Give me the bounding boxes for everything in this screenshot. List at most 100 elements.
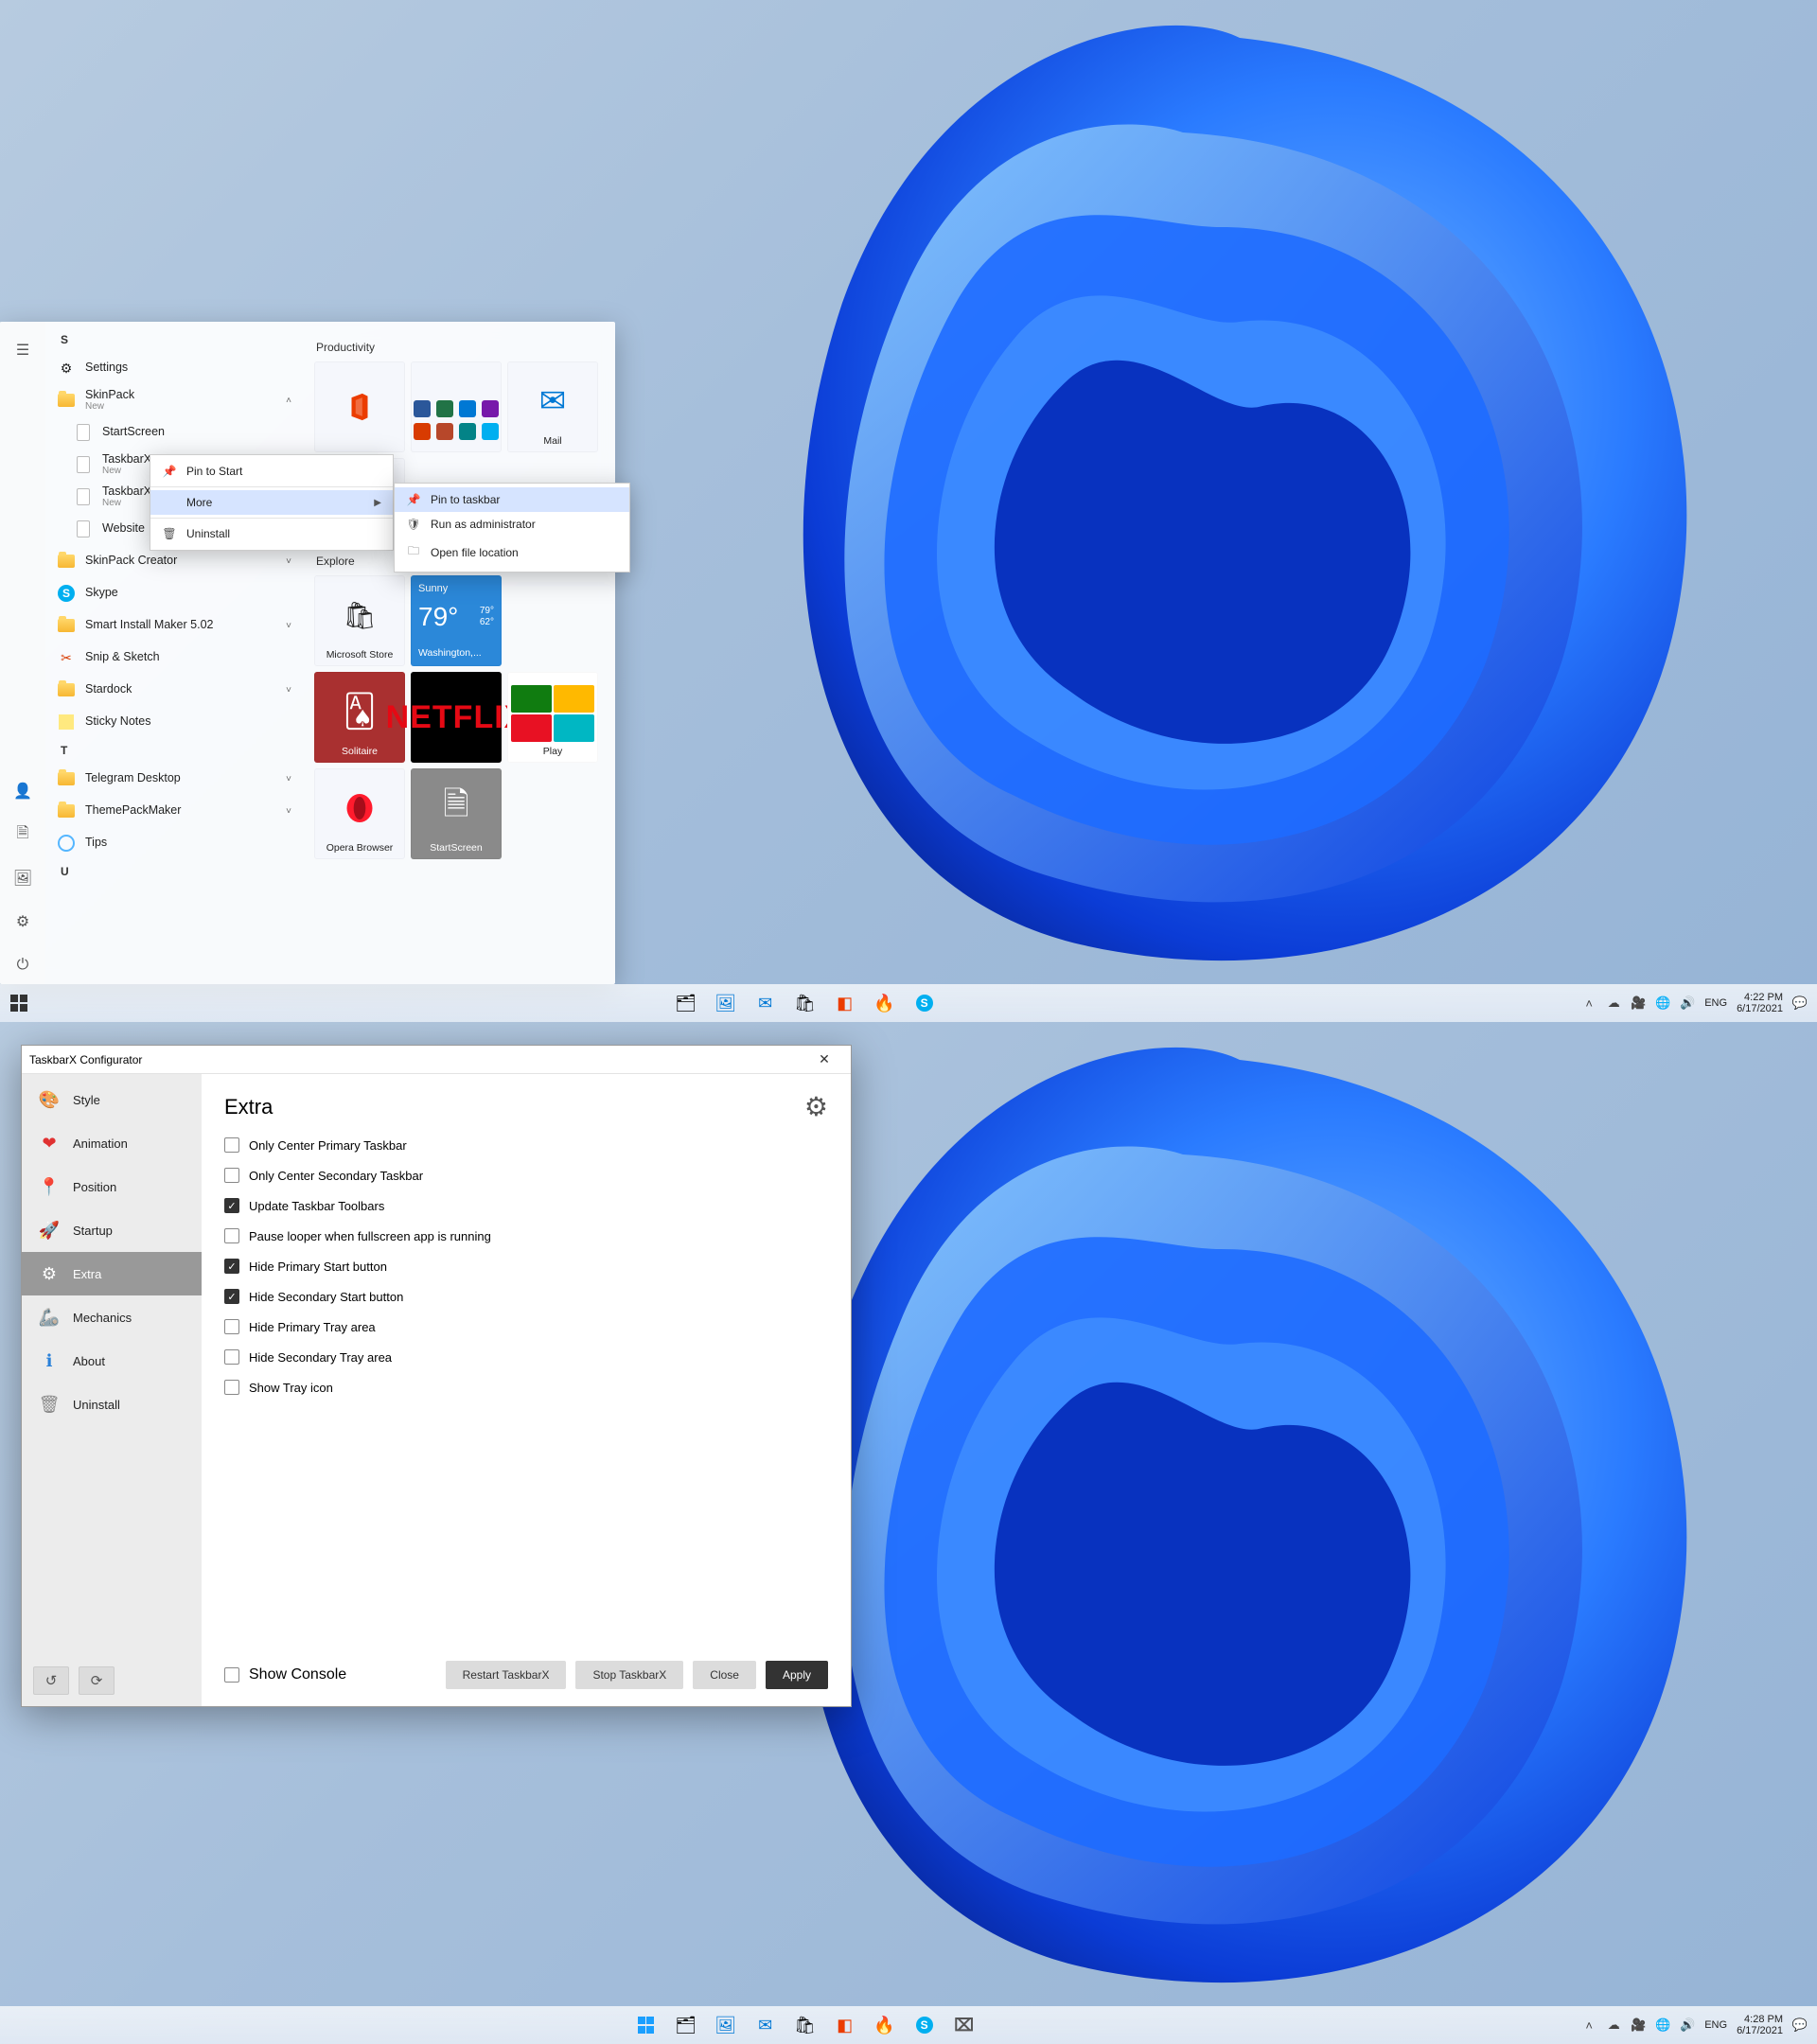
start-button[interactable]: [0, 984, 38, 1022]
stop-button[interactable]: Stop TaskbarX: [575, 1661, 683, 1689]
tray-onedrive-icon[interactable]: ☁: [1606, 996, 1621, 1011]
tb-office[interactable]: ◧: [834, 2014, 856, 2036]
tray-meet-now-icon[interactable]: 🎥: [1631, 996, 1646, 1011]
ctx-more[interactable]: More ▶: [150, 490, 393, 515]
app-letter-header[interactable]: T: [45, 738, 303, 763]
start-button[interactable]: [635, 2014, 658, 2036]
tb-explorer[interactable]: 🗂: [675, 2014, 697, 2036]
sidebar-item-mechanics[interactable]: 🦾Mechanics: [22, 1295, 202, 1339]
tile-play[interactable]: Play: [507, 672, 598, 763]
tb-photos[interactable]: 🖼: [714, 2014, 737, 2036]
checkbox-icon: [224, 1168, 239, 1183]
tile-opera[interactable]: Opera Browser: [314, 768, 405, 859]
sidebar-label: About: [73, 1354, 105, 1368]
tray-language[interactable]: ENG: [1704, 2019, 1727, 2031]
settings-icon[interactable]: ⚙: [4, 903, 42, 941]
ctx-open-location[interactable]: 🗀 Open file location: [395, 537, 629, 568]
tray-volume-icon[interactable]: 🔊: [1680, 996, 1695, 1011]
checkbox-row[interactable]: Hide Primary Tray area: [224, 1319, 828, 1334]
tray-volume-icon[interactable]: 🔊: [1680, 2018, 1695, 2033]
taskbar-clock[interactable]: 4:22 PM6/17/2021: [1737, 992, 1783, 1014]
restart-button[interactable]: Restart TaskbarX: [446, 1661, 567, 1689]
app-row[interactable]: Telegram Desktop˅: [45, 763, 303, 795]
tb-photos[interactable]: 🖼: [714, 992, 737, 1014]
tile-office[interactable]: [314, 361, 405, 452]
app-row[interactable]: ThemePackMaker˅: [45, 795, 303, 827]
tray-action-center-icon[interactable]: 💬: [1792, 996, 1808, 1011]
titlebar[interactable]: TaskbarX Configurator ✕: [22, 1046, 851, 1074]
checkbox-row[interactable]: ✓Hide Primary Start button: [224, 1259, 828, 1274]
tb-firefox[interactable]: 🔥: [873, 2014, 896, 2036]
close-button[interactable]: ✕: [805, 1047, 843, 1073]
sidebar-item-about[interactable]: ℹAbout: [22, 1339, 202, 1383]
tile-netflix[interactable]: NETFLIX: [411, 672, 502, 763]
app-row[interactable]: Smart Install Maker 5.02˅: [45, 609, 303, 642]
taskbar-clock[interactable]: 4:28 PM6/17/2021: [1737, 2014, 1783, 2036]
ctx-pin-to-start[interactable]: 📌 Pin to Start: [150, 459, 393, 484]
app-label: Settings: [85, 361, 128, 375]
start-menu-app-list[interactable]: S⚙SettingsSkinPackNew˄StartScreenTaskbar…: [45, 322, 303, 984]
tile-mail[interactable]: ✉ Mail: [507, 361, 598, 452]
checkbox-row[interactable]: Hide Secondary Tray area: [224, 1349, 828, 1365]
app-row[interactable]: SkinPackNew˄: [45, 384, 303, 416]
tile-weather[interactable]: Sunny 79° 79°62° Washington,...: [411, 575, 502, 666]
sidebar-item-extra[interactable]: ⚙Extra: [22, 1252, 202, 1295]
checkbox-row[interactable]: Only Center Primary Taskbar: [224, 1137, 828, 1153]
ctx-pin-to-taskbar[interactable]: 📌 Pin to taskbar: [395, 487, 629, 512]
hamburger-icon[interactable]: ☰: [4, 331, 42, 369]
tb-explorer[interactable]: 🗂: [675, 992, 697, 1014]
apply-button[interactable]: Apply: [766, 1661, 828, 1689]
tray-action-center-icon[interactable]: 💬: [1792, 2018, 1808, 2033]
ctx-uninstall[interactable]: 🗑 Uninstall: [150, 521, 393, 546]
refresh-button[interactable]: ⟳: [79, 1666, 115, 1695]
documents-icon[interactable]: 🗎: [4, 816, 42, 854]
tray-chevron-icon[interactable]: ˄: [1581, 2018, 1596, 2033]
tb-skype[interactable]: S: [913, 2014, 936, 2036]
tray-meet-now-icon[interactable]: 🎥: [1631, 2018, 1646, 2033]
app-row[interactable]: StartScreen: [45, 416, 303, 449]
app-row[interactable]: Stardock˅: [45, 674, 303, 706]
tray-onedrive-icon[interactable]: ☁: [1606, 2018, 1621, 2033]
app-row[interactable]: Tips: [45, 827, 303, 859]
app-letter-header[interactable]: U: [45, 859, 303, 884]
checkbox-row[interactable]: Only Center Secondary Taskbar: [224, 1168, 828, 1183]
sidebar-item-animation[interactable]: ❤Animation: [22, 1121, 202, 1165]
tray-network-icon[interactable]: 🌐: [1655, 996, 1670, 1011]
tile-office-apps[interactable]: [411, 361, 502, 452]
sidebar-item-position[interactable]: 📍Position: [22, 1165, 202, 1208]
tb-mail[interactable]: ✉: [754, 992, 777, 1014]
pictures-icon[interactable]: 🖼: [4, 859, 42, 897]
tb-store[interactable]: 🛍: [794, 2014, 817, 2036]
tray-language[interactable]: ENG: [1704, 997, 1727, 1009]
tb-office[interactable]: ◧: [834, 992, 856, 1014]
power-icon[interactable]: ⏻: [4, 946, 42, 984]
tile-store[interactable]: 🛍 Microsoft Store: [314, 575, 405, 666]
sidebar-item-style[interactable]: 🎨Style: [22, 1078, 202, 1121]
ctx-run-admin[interactable]: 🛡 Run as administrator: [395, 512, 629, 537]
sidebar-item-uninstall[interactable]: 🗑Uninstall: [22, 1383, 202, 1426]
checkbox-row[interactable]: ✓Hide Secondary Start button: [224, 1289, 828, 1304]
netflix-icon: NETFLIX: [386, 678, 527, 757]
tb-mail[interactable]: ✉: [754, 2014, 777, 2036]
app-row[interactable]: ✂Snip & Sketch: [45, 642, 303, 674]
sidebar-item-startup[interactable]: 🚀Startup: [22, 1208, 202, 1252]
app-letter-header[interactable]: S: [45, 327, 303, 352]
user-icon[interactable]: 👤: [4, 772, 42, 810]
checkbox-row[interactable]: Show Tray icon: [224, 1380, 828, 1395]
close-button[interactable]: Close: [693, 1661, 756, 1689]
app-label: Website: [102, 522, 145, 536]
app-row[interactable]: Sticky Notes: [45, 706, 303, 738]
checkbox-row[interactable]: Pause looper when fullscreen app is runn…: [224, 1228, 828, 1243]
tray-chevron-icon[interactable]: ˄: [1581, 996, 1596, 1011]
app-row[interactable]: ⚙Settings: [45, 352, 303, 384]
chk-show-console[interactable]: Show Console: [224, 1666, 346, 1683]
undo-button[interactable]: ↺: [33, 1666, 69, 1695]
app-row[interactable]: SSkype: [45, 577, 303, 609]
tb-store[interactable]: 🛍: [794, 992, 817, 1014]
tb-firefox[interactable]: 🔥: [873, 992, 896, 1014]
checkbox-row[interactable]: ✓Update Taskbar Toolbars: [224, 1198, 828, 1213]
tile-startscreen[interactable]: 🗎 StartScreen: [411, 768, 502, 859]
tray-network-icon[interactable]: 🌐: [1655, 2018, 1670, 2033]
tb-taskbarx[interactable]: ⌧: [953, 2014, 976, 2036]
tb-skype[interactable]: S: [913, 992, 936, 1014]
